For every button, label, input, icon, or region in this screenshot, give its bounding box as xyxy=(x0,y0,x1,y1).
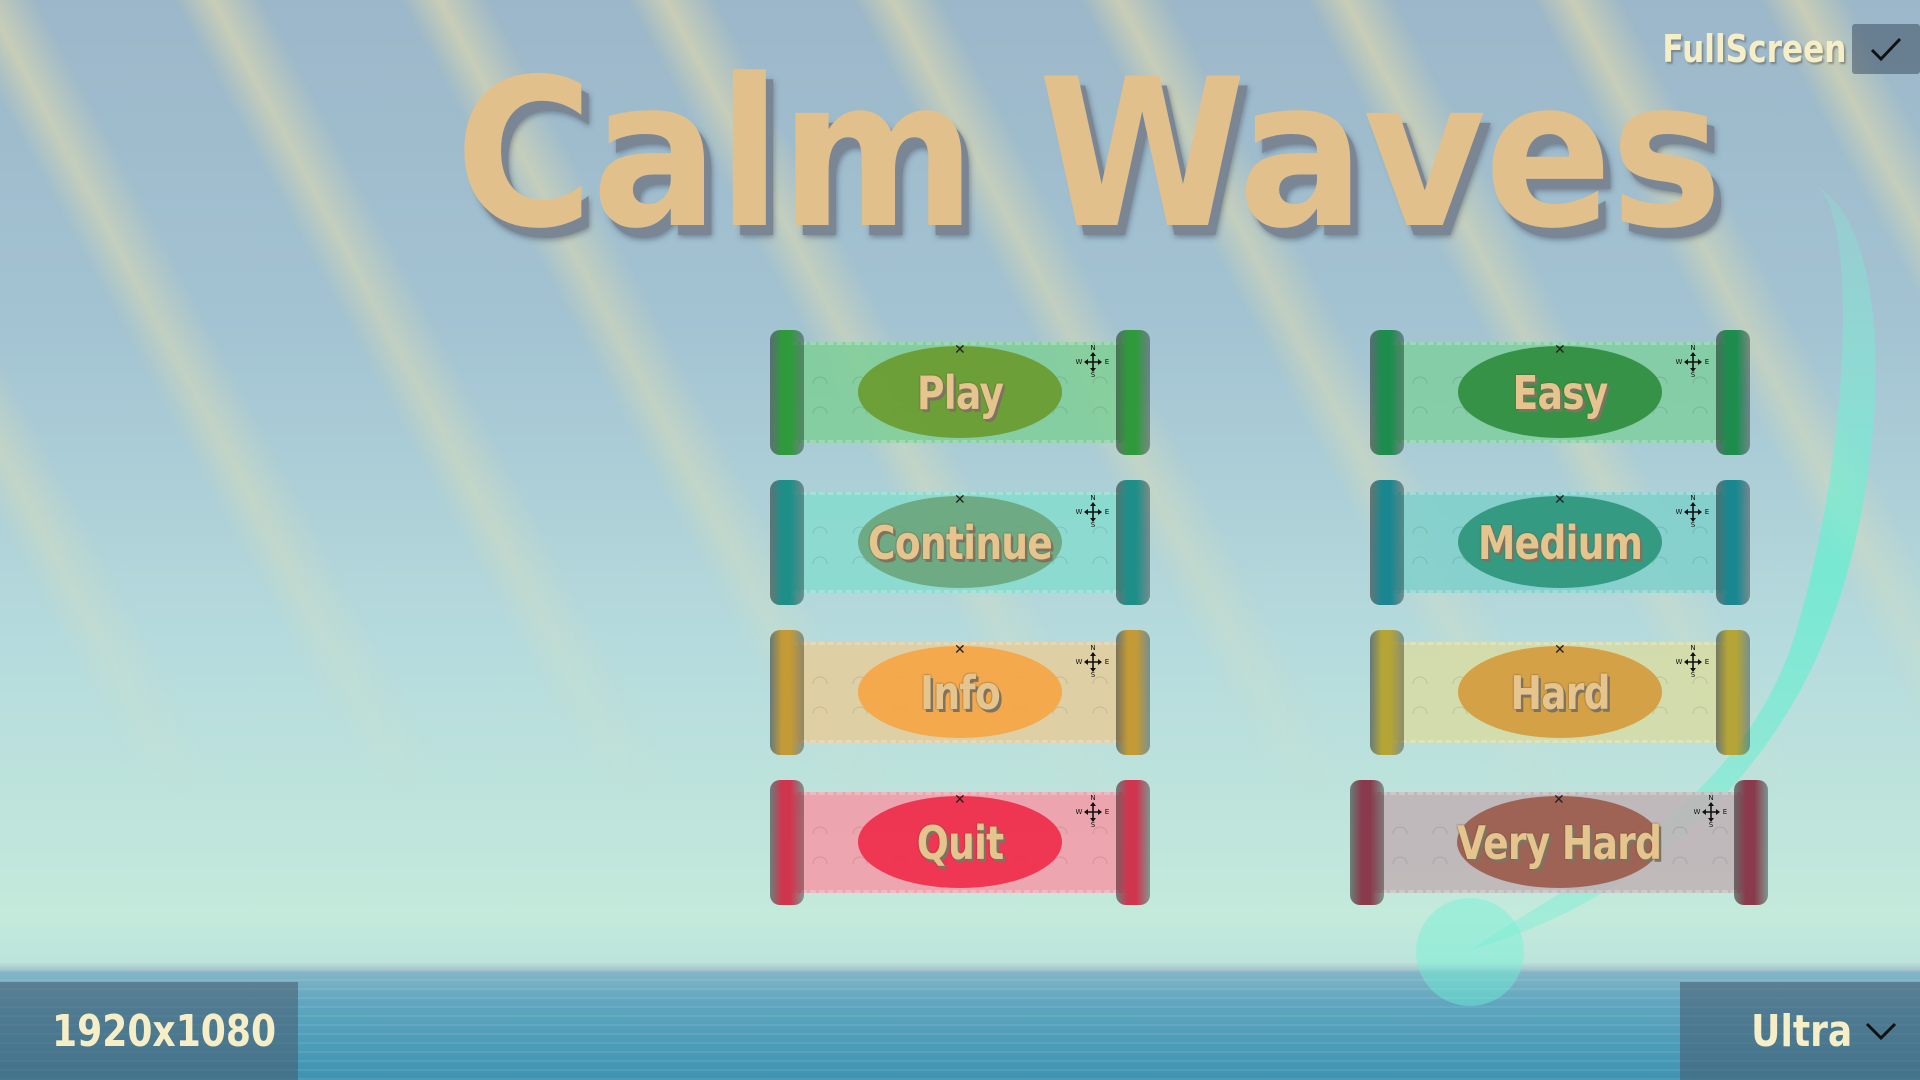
scroll-roller-left xyxy=(770,630,804,755)
svg-text:N: N xyxy=(1690,494,1695,502)
svg-text:E: E xyxy=(1105,358,1109,366)
scroll-roller-right xyxy=(1116,630,1150,755)
info-button[interactable]: ✕ N S W E Info xyxy=(770,630,1150,755)
svg-text:S: S xyxy=(1091,821,1096,828)
svg-text:N: N xyxy=(1090,794,1095,802)
scroll-roller-right xyxy=(1716,630,1750,755)
svg-text:N: N xyxy=(1090,644,1095,652)
scroll-roller-left xyxy=(770,480,804,605)
play-button[interactable]: ✕ N S W E Play xyxy=(770,330,1150,455)
compass-icon: NSW E xyxy=(1694,794,1727,828)
quit-label: Quit xyxy=(916,815,1004,870)
svg-text:S: S xyxy=(1691,521,1696,528)
svg-text:E: E xyxy=(1723,808,1727,816)
easy-button[interactable]: ✕ N S W E Easy xyxy=(1370,330,1750,455)
scroll-roller-right xyxy=(1116,330,1150,455)
play-label: Play xyxy=(916,365,1004,420)
svg-text:E: E xyxy=(1105,808,1109,816)
svg-text:N: N xyxy=(1690,644,1695,652)
chevron-down-icon xyxy=(1865,1022,1897,1041)
scroll-roller-left xyxy=(1370,630,1404,755)
very-hard-button[interactable]: ✕ N S W E Very Hard xyxy=(1350,780,1768,905)
scroll-roller-right xyxy=(1716,330,1750,455)
svg-text:S: S xyxy=(1091,671,1096,678)
scroll-roller-left xyxy=(770,330,804,455)
scroll-roller-right xyxy=(1116,480,1150,605)
medium-button[interactable]: ✕ N S W E Medium xyxy=(1370,480,1750,605)
medium-label: Medium xyxy=(1477,515,1643,570)
scroll-roller-left xyxy=(1350,780,1384,905)
hard-button[interactable]: ✕ N S W E Hard xyxy=(1370,630,1750,755)
svg-text:E: E xyxy=(1705,358,1709,366)
resolution-value: 1920x1080 xyxy=(52,1005,277,1057)
scroll-roller-right xyxy=(1116,780,1150,905)
scroll-roller-right xyxy=(1716,480,1750,605)
hard-label: Hard xyxy=(1510,665,1610,720)
info-label: Info xyxy=(920,665,1001,720)
svg-text:N: N xyxy=(1090,494,1095,502)
very-hard-label: Very Hard xyxy=(1456,815,1662,870)
svg-text:S: S xyxy=(1091,371,1096,378)
game-title: Calm Waves xyxy=(455,36,1723,274)
continue-label: Continue xyxy=(867,515,1053,570)
scroll-roller-left xyxy=(1370,480,1404,605)
svg-text:E: E xyxy=(1105,658,1109,666)
scroll-roller-right xyxy=(1734,780,1768,905)
easy-label: Easy xyxy=(1512,365,1609,420)
svg-text:E: E xyxy=(1705,508,1709,516)
svg-text:S: S xyxy=(1091,521,1096,528)
svg-text:N: N xyxy=(1690,344,1695,352)
svg-text:N: N xyxy=(1090,344,1095,352)
svg-text:S: S xyxy=(1691,371,1696,378)
fullscreen-toggle[interactable] xyxy=(1852,24,1920,74)
svg-text:N: N xyxy=(1708,794,1713,802)
fullscreen-label: FullScreen xyxy=(1661,27,1846,71)
quit-button[interactable]: ✕ N S W E Quit xyxy=(770,780,1150,905)
quality-dropdown[interactable]: Ultra xyxy=(1680,982,1920,1080)
check-icon xyxy=(1870,37,1902,62)
svg-text:E: E xyxy=(1105,508,1109,516)
continue-button[interactable]: ✕ N S W E Continue xyxy=(770,480,1150,605)
svg-text:S: S xyxy=(1709,821,1714,828)
quality-value: Ultra xyxy=(1750,1005,1852,1057)
svg-text:S: S xyxy=(1691,671,1696,678)
scroll-roller-left xyxy=(1370,330,1404,455)
scroll-roller-left xyxy=(770,780,804,905)
resolution-dropdown[interactable]: 1920x1080 xyxy=(0,982,298,1080)
svg-text:E: E xyxy=(1705,658,1709,666)
